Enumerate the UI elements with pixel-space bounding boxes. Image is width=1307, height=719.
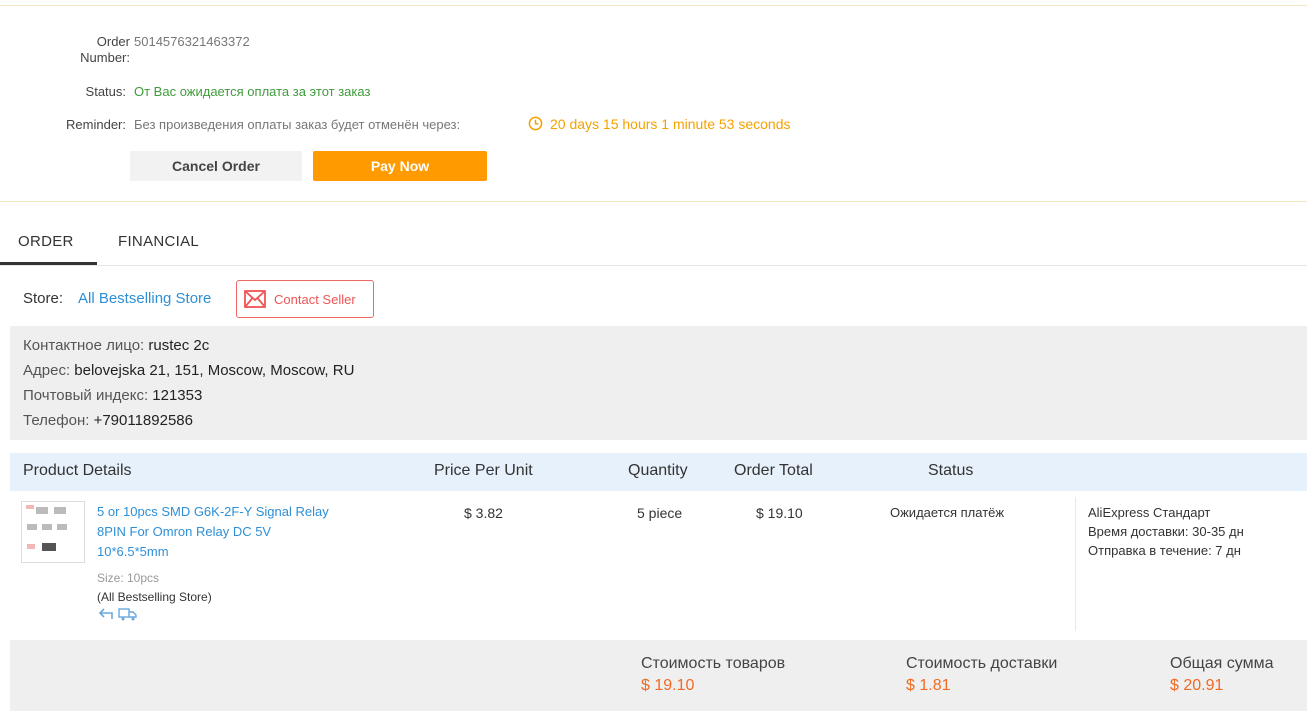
cancel-order-button[interactable]: Cancel Order <box>130 151 302 181</box>
grand-total-label: Общая сумма <box>1170 655 1274 672</box>
status-label: Status: <box>85 84 126 99</box>
zip-value: 121353 <box>152 387 203 404</box>
address-value: belovejska 21, 151, Moscow, Moscow, RU <box>74 362 355 379</box>
goods-cost: $ 19.10 <box>641 677 695 694</box>
address-phone-line: Телефон: +79011892586 <box>23 412 193 429</box>
header-order-total: Order Total <box>734 462 813 479</box>
address-label: Адрес: <box>23 362 71 379</box>
product-store: (All Bestselling Store) <box>97 590 212 604</box>
pay-now-button[interactable]: Pay Now <box>313 151 487 181</box>
header-price-per-unit: Price Per Unit <box>434 462 533 479</box>
contact-person-label: Контактное лицо: <box>23 337 145 354</box>
product-title-line1[interactable]: 5 or 10pcs SMD G6K-2F-Y Signal Relay <box>97 504 329 519</box>
shipping-method: AliExpress Стандарт <box>1088 505 1211 520</box>
top-divider <box>0 5 1307 6</box>
store-link[interactable]: All Bestselling Store <box>78 290 211 307</box>
payment-status: Ожидается платёж <box>890 505 1005 520</box>
section-divider <box>0 201 1307 202</box>
unit-price: $ 3.82 <box>464 505 503 521</box>
reminder-label: Reminder: <box>66 117 126 132</box>
truck-icon[interactable] <box>118 607 138 626</box>
grand-total: $ 20.91 <box>1170 677 1224 694</box>
countdown-timer: 20 days 15 hours 1 minute 53 seconds <box>550 116 791 132</box>
product-thumbnail[interactable] <box>21 501 85 563</box>
order-number-label-line2: Number: <box>80 50 130 65</box>
mail-icon <box>244 290 266 308</box>
active-tab-indicator <box>0 262 97 265</box>
order-number-label-line1: Order <box>96 34 130 49</box>
contact-seller-label: Contact Seller <box>274 292 356 307</box>
goods-cost-label: Стоимость товаров <box>641 655 786 672</box>
order-status: От Вас ожидается оплата за этот заказ <box>134 84 371 99</box>
dispatch-time: Отправка в течение: 7 дн <box>1088 543 1241 558</box>
zip-label: Почтовый индекс: <box>23 387 149 404</box>
header-status: Status <box>928 462 974 479</box>
shipping-divider <box>1075 497 1076 631</box>
phone-label: Телефон: <box>23 412 90 429</box>
totals-panel <box>10 640 1307 711</box>
clock-icon <box>528 116 543 136</box>
shipping-cost-label: Стоимость доставки <box>906 655 1058 672</box>
shipping-cost: $ 1.81 <box>906 677 951 694</box>
order-number-label: Order Number: <box>60 34 130 66</box>
return-icon[interactable] <box>98 607 114 626</box>
header-quantity: Quantity <box>628 462 688 479</box>
product-title-line2[interactable]: 8PIN For Omron Relay DC 5V <box>97 524 271 539</box>
quantity: 5 piece <box>637 505 683 521</box>
product-size: Size: 10pcs <box>97 571 160 585</box>
contact-seller-button[interactable]: Contact Seller <box>236 280 374 318</box>
delivery-time: Время доставки: 30-35 дн <box>1088 524 1244 539</box>
contact-person: rustec 2c <box>148 337 210 354</box>
tab-order[interactable]: ORDER <box>18 233 74 250</box>
order-number: 5014576321463372 <box>134 34 250 49</box>
address-street-line: Адрес: belovejska 21, 151, Moscow, Mosco… <box>23 362 354 379</box>
address-contact-line: Контактное лицо: rustec 2c <box>23 337 209 354</box>
store-label: Store: <box>23 290 64 307</box>
address-zip-line: Почтовый индекс: 121353 <box>23 387 202 404</box>
order-total: $ 19.10 <box>756 505 803 521</box>
reminder-text: Без произведения оплаты заказ будет отме… <box>134 117 461 132</box>
tab-baseline <box>0 265 1307 266</box>
header-product-details: Product Details <box>23 462 132 479</box>
tab-financial[interactable]: FINANCIAL <box>118 233 199 250</box>
product-title-line3[interactable]: 10*6.5*5mm <box>97 544 169 559</box>
phone-value: +79011892586 <box>93 412 193 429</box>
